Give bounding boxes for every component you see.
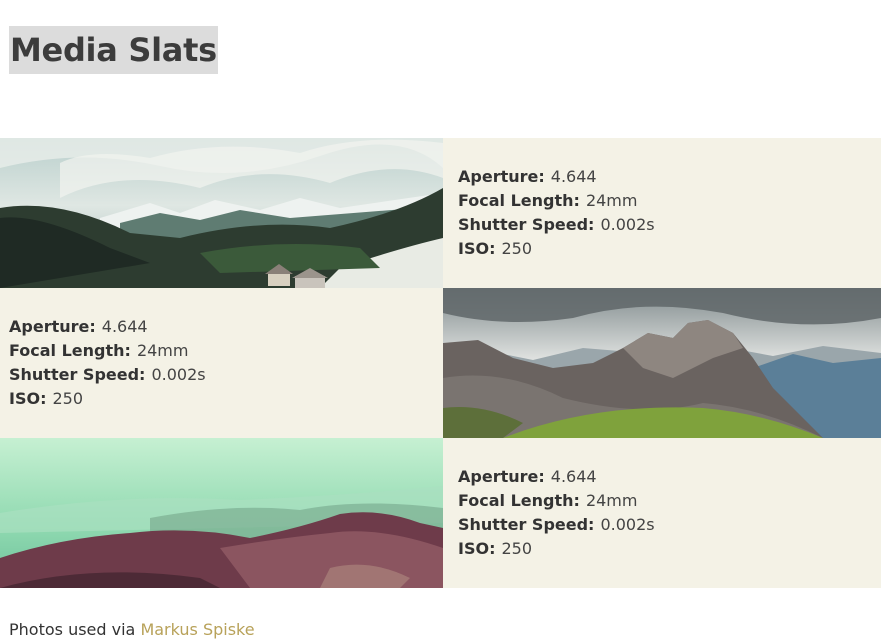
- shutter-speed-value: 0.002s: [151, 365, 206, 384]
- shutter-speed-label: Shutter Speed:: [458, 515, 595, 534]
- iso-value: 250: [52, 389, 84, 408]
- iso-value: 250: [501, 239, 533, 258]
- aperture-value: 4.644: [101, 317, 148, 336]
- aperture-row: Aperture: 4.644: [458, 165, 881, 189]
- focal-length-value: 24mm: [585, 191, 638, 210]
- shutter-speed-value: 0.002s: [600, 215, 655, 234]
- iso-row: ISO: 250: [9, 387, 443, 411]
- iso-label: ISO:: [458, 539, 496, 558]
- focal-length-row: Focal Length: 24mm: [9, 339, 443, 363]
- photo-mountain-valley: [0, 138, 443, 288]
- aperture-row: Aperture: 4.644: [9, 315, 443, 339]
- shutter-speed-label: Shutter Speed:: [458, 215, 595, 234]
- focal-length-label: Focal Length:: [458, 491, 580, 510]
- page-title: Media Slats: [9, 26, 218, 74]
- focal-length-value: 24mm: [136, 341, 189, 360]
- aperture-label: Aperture:: [9, 317, 96, 336]
- focal-length-label: Focal Length:: [458, 191, 580, 210]
- media-slat: Aperture: 4.644 Focal Length: 24mm Shutter…: [0, 138, 881, 288]
- media-slat: Aperture: 4.644 Focal Length: 24mm Shutter…: [0, 288, 881, 438]
- credit-author-link[interactable]: Markus Spiske: [140, 620, 254, 639]
- photo-credit: Photos used via Markus Spiske: [9, 620, 255, 639]
- focal-length-value: 24mm: [585, 491, 638, 510]
- shutter-speed-row: Shutter Speed: 0.002s: [458, 513, 881, 537]
- media-slat: Aperture: 4.644 Focal Length: 24mm Shutter…: [0, 438, 881, 588]
- iso-row: ISO: 250: [458, 237, 881, 261]
- iso-row: ISO: 250: [458, 537, 881, 561]
- shutter-speed-value: 0.002s: [600, 515, 655, 534]
- credit-prefix: Photos used via: [9, 620, 136, 639]
- aperture-value: 4.644: [550, 167, 597, 186]
- focal-length-row: Focal Length: 24mm: [458, 189, 881, 213]
- focal-length-row: Focal Length: 24mm: [458, 489, 881, 513]
- photo-rocky-peaks: [443, 288, 881, 438]
- shutter-speed-label: Shutter Speed:: [9, 365, 146, 384]
- aperture-value: 4.644: [550, 467, 597, 486]
- iso-label: ISO:: [9, 389, 47, 408]
- photo-specs: Aperture: 4.644 Focal Length: 24mm Shutter…: [443, 438, 881, 588]
- focal-length-label: Focal Length:: [9, 341, 131, 360]
- aperture-label: Aperture:: [458, 167, 545, 186]
- aperture-label: Aperture:: [458, 467, 545, 486]
- aperture-row: Aperture: 4.644: [458, 465, 881, 489]
- photo-specs: Aperture: 4.644 Focal Length: 24mm Shutter…: [443, 138, 881, 288]
- iso-value: 250: [501, 539, 533, 558]
- shutter-speed-row: Shutter Speed: 0.002s: [458, 213, 881, 237]
- iso-label: ISO:: [458, 239, 496, 258]
- photo-misty-mountains: [0, 438, 443, 588]
- media-slats: Aperture: 4.644 Focal Length: 24mm Shutter…: [0, 138, 881, 588]
- photo-specs: Aperture: 4.644 Focal Length: 24mm Shutter…: [0, 288, 443, 438]
- shutter-speed-row: Shutter Speed: 0.002s: [9, 363, 443, 387]
